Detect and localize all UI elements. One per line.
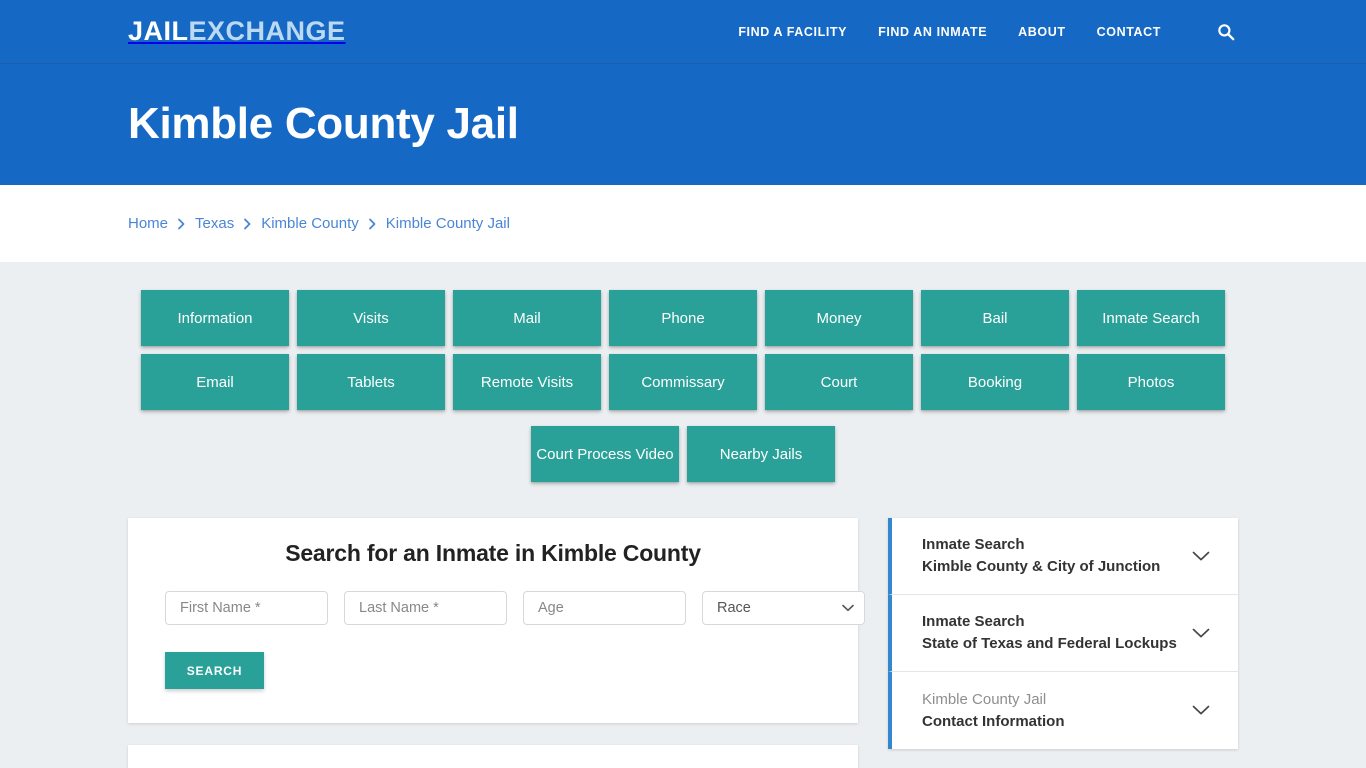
breadcrumb: Home Texas Kimble County Kimble County J…	[128, 215, 510, 232]
inmate-search-card: Search for an Inmate in Kimble County Ra…	[128, 518, 865, 723]
chevron-down-icon[interactable]	[1190, 705, 1212, 716]
section-button-photos[interactable]: Photos	[1077, 354, 1225, 410]
main-navigation: FIND A FACILITY FIND AN INMATE ABOUT CON…	[738, 22, 1236, 42]
section-button-commissary[interactable]: Commissary	[609, 354, 757, 410]
top-navbar: JAILEXCHANGE FIND A FACILITY FIND AN INM…	[0, 0, 1366, 64]
nav-item-contact[interactable]: CONTACT	[1097, 25, 1161, 39]
facility-section-buttons-row-3: Court Process Video Nearby Jails	[130, 426, 1236, 482]
accordion-item-line2: State of Texas and Federal Lockups	[922, 635, 1177, 652]
nav-item-find-a-facility[interactable]: FIND A FACILITY	[738, 25, 847, 39]
nav-item-find-an-inmate[interactable]: FIND AN INMATE	[878, 25, 987, 39]
accordion-item-line2: Contact Information	[922, 712, 1065, 730]
accordion-item-line1: Kimble County Jail	[922, 690, 1047, 708]
chevron-right-icon	[177, 218, 186, 230]
breadcrumb-bar: Home Texas Kimble County Kimble County J…	[0, 185, 1366, 262]
inmate-search-submit-button[interactable]: SEARCH	[165, 652, 264, 689]
section-button-inmate-search[interactable]: Inmate Search	[1077, 290, 1225, 346]
accordion-item-line2: Kimble County & City of Junction	[922, 558, 1161, 575]
page-title: Kimble County Jail	[128, 99, 519, 149]
main-column: Search for an Inmate in Kimble County Ra…	[128, 518, 865, 768]
section-button-money[interactable]: Money	[765, 290, 913, 346]
jail-information-card: Kimble County Jail Information	[128, 745, 858, 768]
inmate-search-title: Search for an Inmate in Kimble County	[285, 540, 701, 566]
accordion-item-text: Inmate Search State of Texas and Federal…	[922, 611, 1190, 655]
nav-item-about[interactable]: ABOUT	[1018, 25, 1065, 39]
accordion-item-text: Inmate Search Kimble County & City of Ju…	[922, 534, 1190, 578]
section-button-phone[interactable]: Phone	[609, 290, 757, 346]
breadcrumb-item-texas[interactable]: Texas	[195, 215, 234, 232]
inmate-search-fields: Race	[148, 591, 865, 625]
last-name-input[interactable]	[344, 591, 507, 625]
chevron-down-icon[interactable]	[1190, 628, 1212, 639]
accordion-item-inmate-search-state[interactable]: Inmate Search State of Texas and Federal…	[888, 595, 1238, 672]
sidebar-accordion: Inmate Search Kimble County & City of Ju…	[888, 518, 1238, 749]
page-body: Information Visits Mail Phone Money Bail…	[0, 262, 1366, 768]
accordion-item-line1: Inmate Search	[922, 613, 1025, 631]
logo-text-jail: JAIL	[128, 16, 189, 46]
content-columns: Search for an Inmate in Kimble County Ra…	[128, 518, 1238, 768]
sidebar-column: Inmate Search Kimble County & City of Ju…	[888, 518, 1238, 749]
search-icon[interactable]	[1216, 22, 1236, 42]
race-select-wrapper: Race	[702, 591, 865, 625]
age-input[interactable]	[523, 591, 686, 625]
section-button-remote-visits[interactable]: Remote Visits	[453, 354, 601, 410]
section-button-tablets[interactable]: Tablets	[297, 354, 445, 410]
section-button-court-process-video[interactable]: Court Process Video	[531, 426, 679, 482]
facility-section-buttons: Information Visits Mail Phone Money Bail…	[128, 290, 1238, 482]
chevron-right-icon	[368, 218, 377, 230]
section-button-email[interactable]: Email	[141, 354, 289, 410]
page-hero: Kimble County Jail	[0, 64, 1366, 185]
first-name-input[interactable]	[165, 591, 328, 625]
section-button-information[interactable]: Information	[141, 290, 289, 346]
accordion-item-line1: Inmate Search	[922, 536, 1025, 554]
breadcrumb-item-kimble-county[interactable]: Kimble County	[261, 215, 359, 232]
section-button-visits[interactable]: Visits	[297, 290, 445, 346]
chevron-right-icon	[243, 218, 252, 230]
accordion-item-text: Kimble County Jail Contact Information	[922, 689, 1190, 733]
breadcrumb-item-current: Kimble County Jail	[385, 215, 510, 232]
logo-text-exchange: EXCHANGE	[188, 16, 346, 46]
site-logo[interactable]: JAILEXCHANGE	[128, 18, 346, 45]
race-select[interactable]: Race	[702, 591, 865, 625]
chevron-down-icon[interactable]	[1190, 551, 1212, 562]
accordion-item-inmate-search-county[interactable]: Inmate Search Kimble County & City of Ju…	[888, 518, 1238, 595]
breadcrumb-item-home[interactable]: Home	[128, 215, 168, 232]
section-button-mail[interactable]: Mail	[453, 290, 601, 346]
accordion-item-contact-information[interactable]: Kimble County Jail Contact Information	[888, 672, 1238, 749]
section-button-court[interactable]: Court	[765, 354, 913, 410]
section-button-nearby-jails[interactable]: Nearby Jails	[687, 426, 835, 482]
content-container: Information Visits Mail Phone Money Bail…	[128, 290, 1238, 768]
section-button-bail[interactable]: Bail	[921, 290, 1069, 346]
section-button-booking[interactable]: Booking	[921, 354, 1069, 410]
